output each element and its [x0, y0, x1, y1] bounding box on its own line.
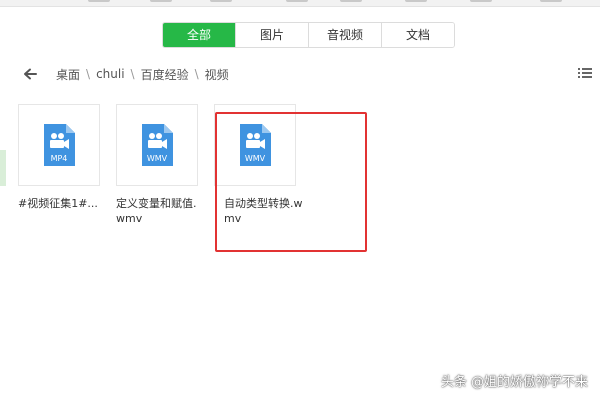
selection-highlight-box — [215, 112, 367, 252]
top-strip-fragment — [88, 0, 110, 2]
video-file-icon: MP4 — [44, 124, 75, 166]
file-thumbnail[interactable]: MP4 — [18, 104, 100, 186]
file-name: 定义变量和赋值.wmv — [116, 197, 197, 225]
file-type-tabs: 全部 图片 音视频 文档 — [162, 22, 455, 48]
breadcrumb: 桌面 \ chuli \ 百度经验 \ 视频 — [22, 64, 600, 84]
top-strip-fragment — [540, 0, 562, 2]
top-strip-fragment — [470, 0, 492, 2]
file-name: #视频征集1#... — [18, 197, 98, 210]
breadcrumb-separator: \ — [130, 67, 135, 81]
top-strip-fragment — [405, 0, 427, 2]
file-format-label: MP4 — [51, 154, 68, 163]
list-view-icon[interactable] — [578, 67, 592, 79]
file-item[interactable]: WMV 定义变量和赋值.wmv — [116, 104, 200, 226]
tab-documents[interactable]: 文档 — [381, 23, 454, 47]
video-file-icon: WMV — [142, 124, 173, 166]
left-panel-accent — [0, 150, 6, 186]
top-strip-fragment — [340, 0, 362, 2]
file-format-label: WMV — [147, 154, 168, 163]
breadcrumb-item-video[interactable]: 视频 — [201, 66, 233, 83]
breadcrumb-separator: \ — [194, 67, 199, 81]
tab-all[interactable]: 全部 — [163, 23, 235, 47]
breadcrumb-separator: \ — [86, 67, 91, 81]
top-strip-fragment — [150, 0, 172, 2]
back-arrow-icon[interactable] — [22, 66, 38, 82]
tab-images[interactable]: 图片 — [235, 23, 308, 47]
breadcrumb-item-chuli[interactable]: chuli — [92, 67, 128, 81]
breadcrumb-item-baidu[interactable]: 百度经验 — [137, 66, 193, 83]
tab-audio-video[interactable]: 音视频 — [308, 23, 381, 47]
breadcrumb-item-desktop[interactable]: 桌面 — [52, 66, 84, 83]
file-item[interactable]: MP4 #视频征集1#... — [18, 104, 102, 211]
top-strip-fragment — [210, 0, 232, 2]
watermark: 头条 @姐的娇傲祢学不来 — [440, 375, 588, 390]
top-strip-fragment — [286, 0, 308, 2]
window-top-strip — [0, 0, 600, 7]
file-thumbnail[interactable]: WMV — [116, 104, 198, 186]
